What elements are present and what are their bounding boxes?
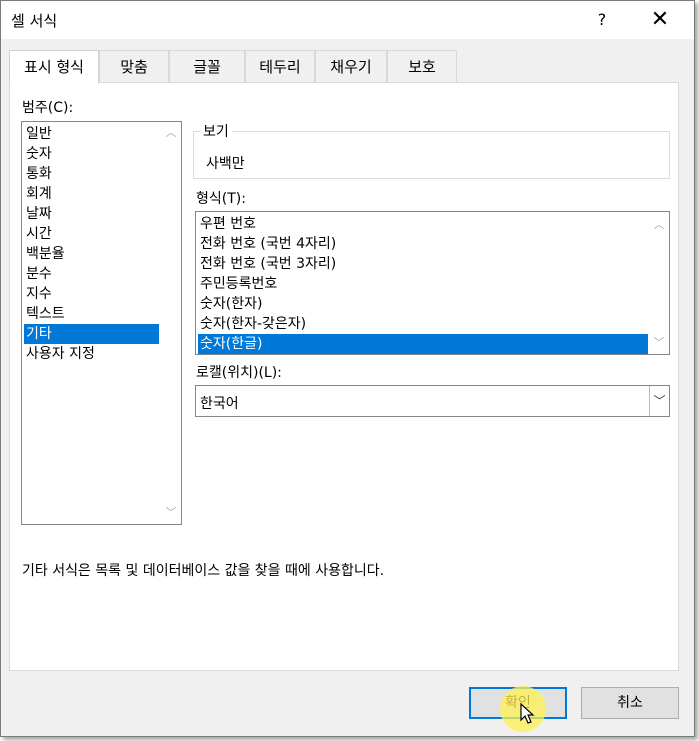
- type-item[interactable]: 전화 번호 (국번 4자리): [198, 234, 648, 254]
- type-item[interactable]: 숫자(한자): [198, 294, 648, 314]
- category-item[interactable]: 지수: [24, 284, 159, 304]
- tab-alignment[interactable]: 맞춤: [99, 50, 169, 83]
- type-label: 형식(T):: [196, 191, 246, 207]
- mouse-pointer-icon: [520, 703, 535, 724]
- locale-select[interactable]: 한국어 ﹀: [195, 385, 670, 417]
- scroll-up-icon[interactable]: ︿: [164, 126, 178, 140]
- category-item[interactable]: 백분율: [24, 244, 159, 264]
- category-label: 범주(C):: [22, 100, 74, 116]
- tab-panel-number: 범주(C): 일반 숫자 통화 회계 날짜 시간 백분율 분수 지수 텍스트 기…: [9, 82, 679, 671]
- category-item[interactable]: 텍스트: [24, 304, 159, 324]
- category-item[interactable]: 회계: [24, 184, 159, 204]
- tab-font[interactable]: 글꼴: [169, 50, 245, 83]
- tab-border[interactable]: 테두리: [245, 50, 315, 83]
- help-button[interactable]: ?: [579, 1, 625, 39]
- chevron-down-icon[interactable]: ﹀: [649, 386, 669, 416]
- scroll-down-icon[interactable]: ﹀: [164, 506, 178, 520]
- tab-protection[interactable]: 보호: [387, 50, 457, 83]
- category-item-selected[interactable]: 기타: [24, 324, 159, 344]
- close-button[interactable]: ✕: [637, 1, 683, 39]
- category-item[interactable]: 숫자: [24, 144, 159, 164]
- sample-value: 사백만: [206, 156, 245, 172]
- scroll-down-icon[interactable]: ﹀: [652, 336, 666, 350]
- category-item[interactable]: 시간: [24, 224, 159, 244]
- format-cells-dialog: 셀 서식 ? ✕ 표시 형식 맞춤 글꼴 테두리 채우기 보호 범주(C): 일…: [0, 0, 695, 737]
- title-bar[interactable]: 셀 서식 ? ✕: [1, 1, 694, 39]
- scroll-up-icon[interactable]: ︿: [652, 218, 666, 232]
- cancel-button[interactable]: 취소: [581, 687, 679, 719]
- tab-fill[interactable]: 채우기: [315, 50, 387, 83]
- category-item[interactable]: 통화: [24, 164, 159, 184]
- category-description: 기타 서식은 목록 및 데이터베이스 값을 찾을 때에 사용합니다.: [22, 563, 385, 579]
- type-item[interactable]: 주민등록번호: [198, 274, 648, 294]
- locale-value: 한국어: [200, 396, 239, 412]
- type-item[interactable]: 전화 번호 (국번 3자리): [198, 254, 648, 274]
- category-item[interactable]: 사용자 지정: [24, 344, 159, 364]
- category-item[interactable]: 분수: [24, 264, 159, 284]
- tab-number[interactable]: 표시 형식: [9, 50, 99, 84]
- type-item[interactable]: 숫자(한자-갖은자): [198, 314, 648, 334]
- category-listbox[interactable]: 일반 숫자 통화 회계 날짜 시간 백분율 분수 지수 텍스트 기타 사용자 지…: [21, 121, 182, 525]
- type-item-selected[interactable]: 숫자(한글): [198, 334, 648, 354]
- sample-group: [193, 131, 670, 179]
- type-item[interactable]: 우편 번호: [198, 214, 648, 234]
- locale-label: 로캘(위치)(L):: [196, 365, 282, 381]
- sample-label: 보기: [200, 121, 232, 141]
- type-listbox[interactable]: 우편 번호 전화 번호 (국번 4자리) 전화 번호 (국번 3자리) 주민등록…: [195, 211, 670, 355]
- category-item[interactable]: 날짜: [24, 204, 159, 224]
- dialog-title: 셀 서식: [11, 12, 58, 30]
- category-item[interactable]: 일반: [24, 124, 159, 144]
